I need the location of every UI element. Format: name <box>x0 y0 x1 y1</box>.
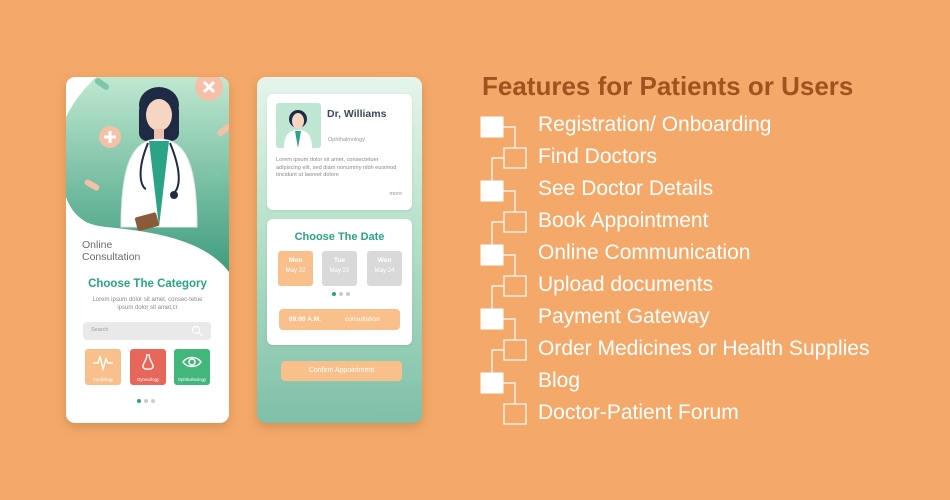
feature-item: Book Appointment <box>538 209 709 232</box>
feature-item: Find Doctors <box>538 145 658 168</box>
feature-tree-connectors <box>480 116 527 425</box>
feature-item: Upload documents <box>538 273 714 296</box>
feature-item: Registration/ Onboarding <box>538 113 772 136</box>
feature-item: Payment Gateway <box>538 305 710 328</box>
feature-item: Order Medicines or Health Supplies <box>538 337 870 360</box>
feature-item: Doctor-Patient Forum <box>538 401 739 424</box>
feature-item: See Doctor Details <box>538 177 714 200</box>
feature-item: Online Communication <box>538 241 751 264</box>
feature-item: Blog <box>538 369 581 392</box>
